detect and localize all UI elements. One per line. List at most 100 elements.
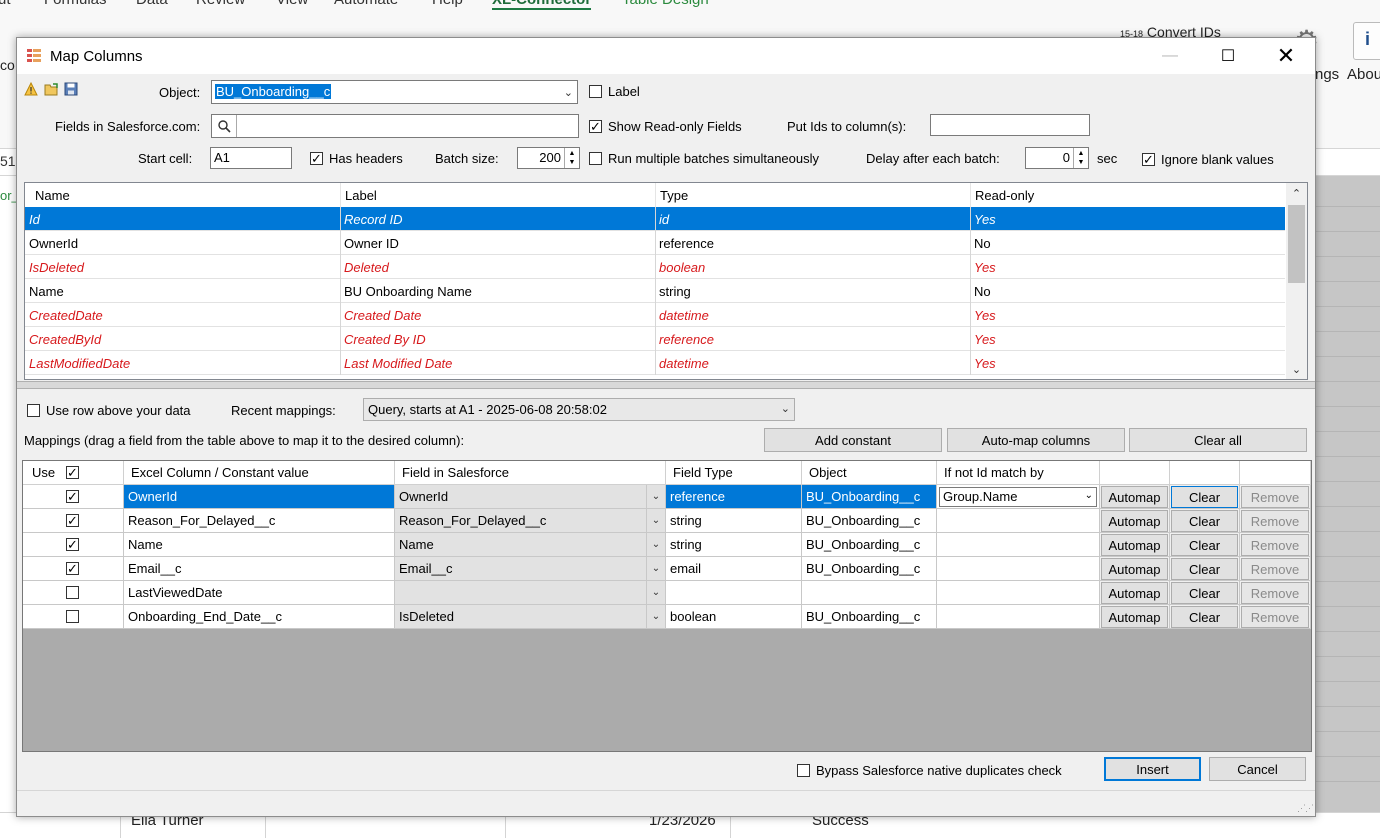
chevron-down-icon[interactable]: ⌄ — [646, 605, 665, 628]
column-header-use[interactable]: Use — [23, 461, 124, 485]
title-bar[interactable]: Map Columns — ☐ ✕ — [17, 38, 1315, 74]
use-cell[interactable] — [23, 509, 124, 533]
use-all-checkbox[interactable] — [66, 466, 79, 479]
ribbon-tab[interactable]: ut — [0, 0, 11, 8]
mappings-grid[interactable]: Use Excel Column / Constant value Field … — [22, 460, 1312, 752]
use-row-above-checkbox[interactable] — [27, 404, 40, 417]
scroll-down-icon[interactable]: ⌄ — [1286, 359, 1307, 379]
bypass-duplicates-checkbox[interactable] — [797, 764, 810, 777]
use-cell[interactable] — [23, 581, 124, 605]
worksheet-column-area[interactable] — [1316, 176, 1380, 838]
salesforce-field-combo[interactable]: Name ⌄ — [395, 533, 666, 557]
column-header[interactable]: Name — [35, 188, 70, 203]
salesforce-field-combo[interactable]: Email__c ⌄ — [395, 557, 666, 581]
open-folder-icon[interactable] — [43, 81, 59, 97]
scrollbar-thumb[interactable] — [1288, 205, 1305, 283]
automap-button[interactable]: Automap — [1101, 534, 1168, 556]
column-header[interactable]: Object — [802, 461, 937, 485]
minimize-button[interactable]: — — [1141, 38, 1199, 74]
clear-button[interactable]: Clear — [1171, 582, 1238, 604]
salesforce-field-combo[interactable]: Reason_For_Delayed__c ⌄ — [395, 509, 666, 533]
remove-button[interactable]: Remove — [1241, 486, 1309, 508]
field-row[interactable]: LastModifiedDate Last Modified Date dateti… — [25, 351, 1285, 375]
use-checkbox[interactable] — [66, 610, 79, 623]
batch-size-input[interactable]: 200 ▲ ▼ — [517, 147, 580, 169]
close-button[interactable]: ✕ — [1257, 38, 1315, 74]
show-readonly-checkbox[interactable] — [589, 120, 602, 133]
match-by-cell[interactable] — [937, 557, 1100, 581]
match-by-cell[interactable] — [937, 581, 1100, 605]
clear-all-button[interactable]: Clear all — [1129, 428, 1307, 452]
column-header[interactable]: Label — [345, 188, 377, 203]
salesforce-field-combo[interactable]: OwnerId ⌄ — [395, 485, 666, 509]
excel-column-cell[interactable]: Reason_For_Delayed__c — [124, 509, 395, 533]
use-checkbox[interactable] — [66, 562, 79, 575]
chevron-down-icon[interactable]: ⌄ — [646, 485, 665, 508]
mapping-row[interactable]: Onboarding_End_Date__c IsDeleted ⌄ boolean B… — [23, 605, 1311, 629]
insert-button[interactable]: Insert — [1104, 757, 1201, 781]
column-header[interactable]: Read-only — [975, 188, 1034, 203]
scroll-up-icon[interactable]: ⌃ — [1286, 183, 1307, 203]
maximize-button[interactable]: ☐ — [1199, 38, 1257, 74]
salesforce-field-combo[interactable]: IsDeleted ⌄ — [395, 605, 666, 629]
field-row[interactable]: Name BU Onboarding Name string No — [25, 279, 1285, 303]
remove-button[interactable]: Remove — [1241, 534, 1309, 556]
use-cell[interactable] — [23, 485, 124, 509]
ignore-blank-checkbox[interactable] — [1142, 153, 1155, 166]
clear-button[interactable]: Clear — [1171, 510, 1238, 532]
excel-column-cell[interactable]: LastViewedDate — [124, 581, 395, 605]
column-header[interactable]: Field Type — [666, 461, 802, 485]
mapping-row[interactable]: LastViewedDate ⌄ Automap Clear Remove — [23, 581, 1311, 605]
clear-button[interactable]: Clear — [1171, 534, 1238, 556]
use-checkbox[interactable] — [66, 514, 79, 527]
run-multiple-checkbox[interactable] — [589, 152, 602, 165]
use-cell[interactable] — [23, 605, 124, 629]
use-cell[interactable] — [23, 557, 124, 581]
ribbon-tab[interactable]: Automate — [334, 0, 398, 8]
ribbon-tab[interactable]: Review — [196, 0, 245, 8]
use-checkbox[interactable] — [66, 586, 79, 599]
clear-button[interactable]: Clear — [1171, 558, 1238, 580]
name-box[interactable]: 51 — [0, 153, 16, 169]
field-row[interactable]: CreatedById Created By ID reference Yes — [25, 327, 1285, 351]
automap-button[interactable]: Automap — [1101, 582, 1168, 604]
field-row[interactable]: OwnerId Owner ID reference No — [25, 231, 1285, 255]
warning-icon[interactable] — [23, 81, 39, 97]
match-by-combobox[interactable]: Group.Name ⌄ — [939, 487, 1097, 507]
clear-button[interactable]: Clear — [1171, 486, 1238, 508]
fields-table-scrollbar[interactable]: ⌃ ⌄ — [1286, 183, 1307, 379]
remove-button[interactable]: Remove — [1241, 558, 1309, 580]
automap-button[interactable]: Automap — [1101, 558, 1168, 580]
chevron-down-icon[interactable]: ⌄ — [646, 509, 665, 532]
spinner-arrows-icon[interactable]: ▲ ▼ — [564, 148, 579, 168]
resize-grip-icon[interactable]: ⋰⋰ — [1297, 803, 1314, 814]
start-cell-input[interactable]: A1 — [210, 147, 292, 169]
column-header[interactable]: Field in Salesforce — [395, 461, 666, 485]
panel-splitter[interactable] — [17, 381, 1315, 389]
label-checkbox[interactable] — [589, 85, 602, 98]
ribbon-tab[interactable]: Data — [136, 0, 168, 8]
add-constant-button[interactable]: Add constant — [764, 428, 942, 452]
excel-column-cell[interactable]: Name — [124, 533, 395, 557]
field-row[interactable]: IsDeleted Deleted boolean Yes — [25, 255, 1285, 279]
automap-button[interactable]: Automap — [1101, 606, 1168, 628]
chevron-down-icon[interactable]: ⌄ — [646, 557, 665, 580]
field-row[interactable]: CreatedDate Created Date datetime Yes — [25, 303, 1285, 327]
excel-column-cell[interactable]: OwnerId — [124, 485, 395, 509]
remove-button[interactable]: Remove — [1241, 606, 1309, 628]
chevron-down-icon[interactable]: ⌄ — [646, 533, 665, 556]
ribbon-tab-table-design[interactable]: Table Design — [622, 0, 709, 8]
salesforce-fields-table[interactable]: Name Label Type Read-only Id Record ID id Y… — [24, 182, 1308, 380]
ribbon-tab[interactable]: View — [276, 0, 308, 8]
column-header[interactable]: If not Id match by — [937, 461, 1100, 485]
clear-button[interactable]: Clear — [1171, 606, 1238, 628]
fields-search-input[interactable] — [211, 114, 579, 138]
about-icon[interactable]: i — [1353, 22, 1380, 60]
column-header[interactable]: Excel Column / Constant value — [124, 461, 395, 485]
save-icon[interactable] — [63, 81, 79, 97]
remove-button[interactable]: Remove — [1241, 582, 1309, 604]
recent-mappings-select[interactable]: Query, starts at A1 - 2025-06-08 20:58:0… — [363, 398, 795, 421]
search-icon[interactable] — [212, 115, 237, 137]
cancel-button[interactable]: Cancel — [1209, 757, 1306, 781]
put-ids-input[interactable] — [930, 114, 1090, 136]
